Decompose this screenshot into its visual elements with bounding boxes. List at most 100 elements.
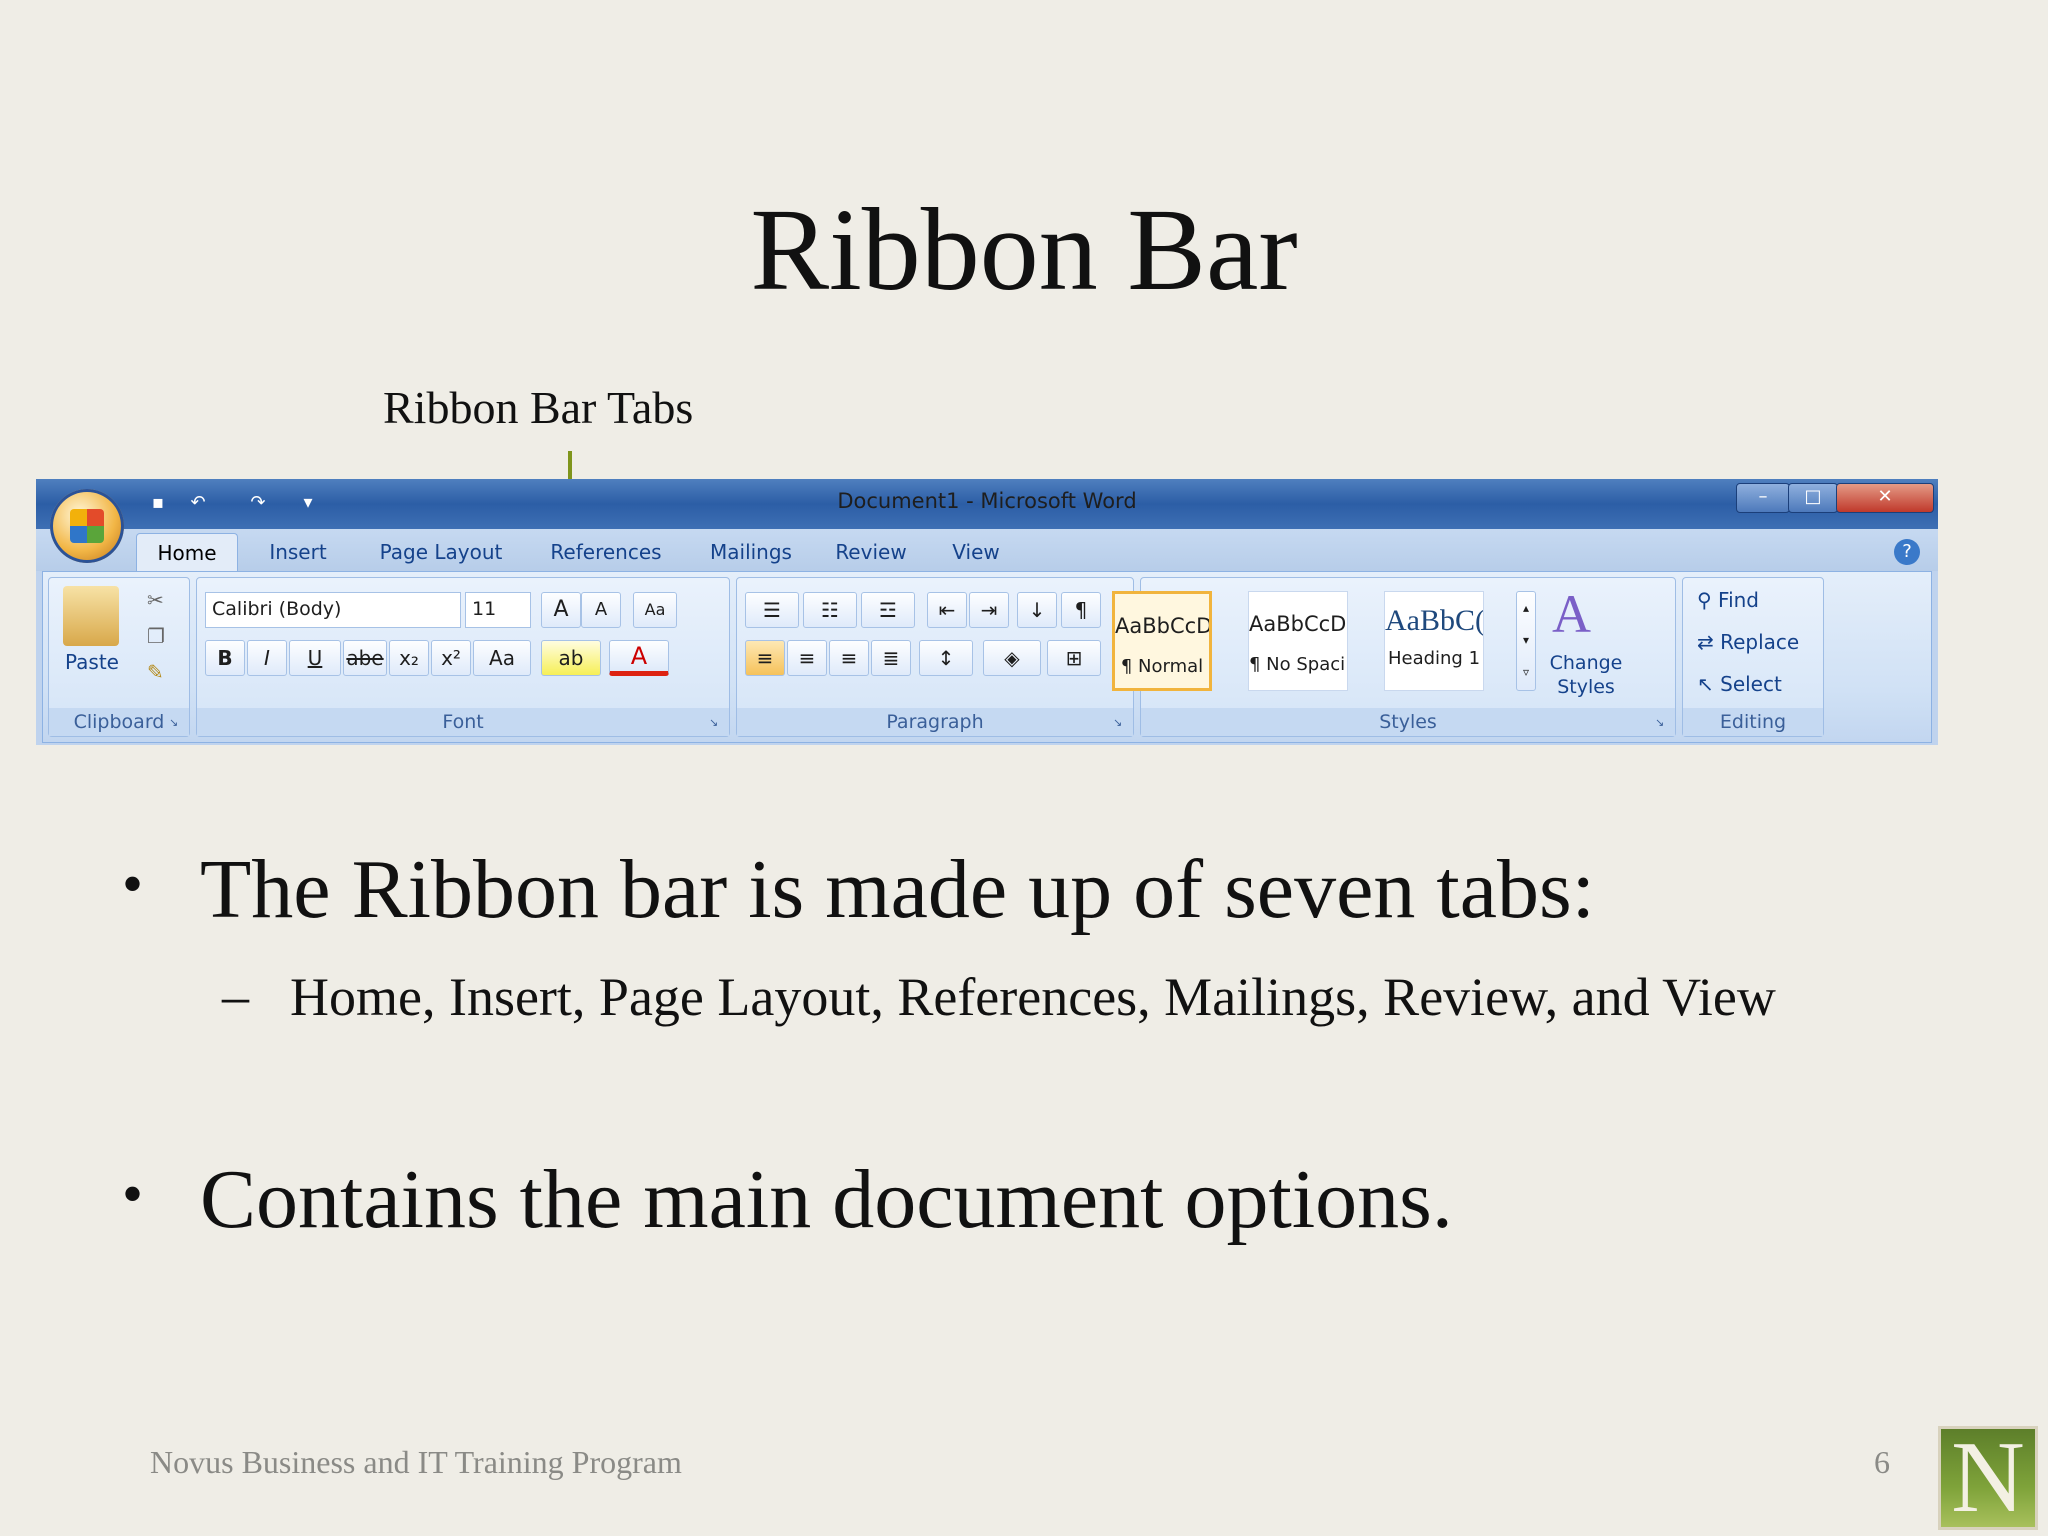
replace-button[interactable]: ⇄ Replace <box>1697 630 1799 654</box>
copy-icon[interactable]: ❐ <box>147 624 165 648</box>
styles-scroll-icon[interactable]: ▴ ▾ ▿ <box>1516 591 1536 691</box>
bullet-1: The Ribbon bar is made up of seven tabs: <box>200 843 1596 936</box>
bold-button[interactable]: B <box>205 640 245 676</box>
highlight-icon[interactable]: ab <box>541 640 601 676</box>
footer-text: Novus Business and IT Training Program <box>150 1444 682 1480</box>
superscript-button[interactable]: x² <box>431 640 471 676</box>
group-label: Editing <box>1683 708 1823 736</box>
align-center-icon[interactable]: ≡ <box>787 640 827 676</box>
redo-icon[interactable]: ↷ <box>246 491 270 515</box>
group-editing: ⚲ Find ⇄ Replace ↖ Select Editing <box>1682 577 1824 737</box>
strikethrough-button[interactable]: abe <box>343 640 387 676</box>
style-sample: AaBbCcDc <box>1115 614 1209 638</box>
style-name: Heading 1 <box>1387 648 1481 669</box>
cut-icon[interactable]: ✂ <box>147 588 164 612</box>
help-icon[interactable]: ? <box>1894 539 1920 565</box>
clear-formatting-icon[interactable]: Aa <box>633 592 677 628</box>
style-normal[interactable]: AaBbCcDc ¶ Normal <box>1112 591 1212 691</box>
dialog-launcher-icon[interactable]: ↘ <box>709 716 723 730</box>
paste-icon <box>63 586 119 646</box>
group-label: Styles <box>1141 708 1675 736</box>
tab-mailings[interactable]: Mailings <box>696 533 806 571</box>
tab-insert[interactable]: Insert <box>248 533 348 571</box>
cursor-icon: ↖ <box>1697 672 1721 696</box>
ribbon-screenshot: Document1 - Microsoft Word ▪ ↶ ↷ ▾ – □ ✕… <box>36 479 1938 745</box>
underline-button[interactable]: U <box>289 640 341 676</box>
style-name: ¶ Normal <box>1120 656 1204 677</box>
replace-label: Replace <box>1720 630 1800 654</box>
ribbon-tab-bar: Home Insert Page Layout References Maili… <box>36 529 1938 572</box>
novus-logo: N <box>1938 1426 2038 1530</box>
tab-home[interactable]: Home <box>136 533 238 572</box>
sub-bullet-dash: – <box>222 966 249 1026</box>
customize-icon[interactable]: ▾ <box>296 491 320 515</box>
office-button[interactable] <box>50 489 124 563</box>
sort-icon[interactable]: ↓ <box>1017 592 1057 628</box>
find-button[interactable]: ⚲ Find <box>1697 588 1759 612</box>
binoculars-icon: ⚲ <box>1697 588 1719 612</box>
format-painter-icon[interactable]: ✎ <box>147 660 164 684</box>
group-label: Font <box>197 708 729 736</box>
bullets-icon[interactable]: ☰ <box>745 592 799 628</box>
group-paragraph: ☰ ☷ ☲ ⇤ ⇥ ↓ ¶ ≡ ≡ ≡ ≣ ↕ ◈ ⊞ Paragraph ↘ <box>736 577 1134 737</box>
increase-indent-icon[interactable]: ⇥ <box>969 592 1009 628</box>
show-formatting-icon[interactable]: ¶ <box>1061 592 1101 628</box>
align-left-icon[interactable]: ≡ <box>745 640 785 676</box>
logo-letter: N <box>1951 1421 2025 1534</box>
grow-font-icon[interactable]: A <box>541 592 581 628</box>
change-case-button[interactable]: Aa <box>473 640 531 676</box>
save-icon[interactable]: ▪ <box>146 491 170 515</box>
font-color-icon[interactable]: A <box>609 640 669 676</box>
dialog-launcher-icon[interactable]: ↘ <box>1655 716 1669 730</box>
office-logo-icon <box>70 509 104 543</box>
style-name: ¶ No Spaci... <box>1249 654 1347 675</box>
find-label: Find <box>1718 588 1759 612</box>
window-title: Document1 - Microsoft Word <box>837 489 1137 513</box>
shading-icon[interactable]: ◈ <box>983 640 1041 676</box>
tab-view[interactable]: View <box>936 533 1016 571</box>
slide-title: Ribbon Bar <box>750 184 1298 315</box>
italic-button[interactable]: I <box>247 640 287 676</box>
page-number: 6 <box>1874 1444 1890 1480</box>
group-label: Paragraph <box>737 708 1133 736</box>
tab-page-layout[interactable]: Page Layout <box>366 533 516 571</box>
decrease-indent-icon[interactable]: ⇤ <box>927 592 967 628</box>
bullet-dot: • <box>122 1161 144 1227</box>
group-label: Clipboard <box>49 708 189 736</box>
dialog-launcher-icon[interactable]: ↘ <box>1113 716 1127 730</box>
borders-icon[interactable]: ⊞ <box>1047 640 1101 676</box>
sub-bullet-1: Home, Insert, Page Layout, References, M… <box>290 967 1776 1027</box>
style-no-spacing[interactable]: AaBbCcDc ¶ No Spaci... <box>1248 591 1348 691</box>
style-sample: AaBbC( <box>1385 604 1483 637</box>
replace-icon: ⇄ <box>1697 630 1721 654</box>
maximize-icon[interactable]: □ <box>1788 483 1838 513</box>
change-styles-icon: A <box>1552 584 1591 644</box>
justify-icon[interactable]: ≣ <box>871 640 911 676</box>
bullet-2: Contains the main document options. <box>200 1153 1453 1246</box>
numbering-icon[interactable]: ☷ <box>803 592 857 628</box>
group-font: Calibri (Body) 11 A A Aa B I U abe x₂ x²… <box>196 577 730 737</box>
change-styles-button[interactable]: Change Styles <box>1548 651 1624 699</box>
font-size-combo[interactable]: 11 <box>465 592 531 628</box>
select-button[interactable]: ↖ Select <box>1697 672 1782 696</box>
paste-button[interactable]: Paste <box>57 650 127 674</box>
bullet-dot: • <box>122 851 144 917</box>
subscript-button[interactable]: x₂ <box>389 640 429 676</box>
group-clipboard: Paste ✂ ❐ ✎ Clipboard ↘ <box>48 577 190 737</box>
title-bar: Document1 - Microsoft Word ▪ ↶ ↷ ▾ – □ ✕ <box>36 479 1938 529</box>
dialog-launcher-icon[interactable]: ↘ <box>169 716 183 730</box>
line-spacing-icon[interactable]: ↕ <box>919 640 973 676</box>
font-name-combo[interactable]: Calibri (Body) <box>205 592 461 628</box>
minimize-icon[interactable]: – <box>1736 483 1790 513</box>
style-sample: AaBbCcDc <box>1249 612 1347 636</box>
close-icon[interactable]: ✕ <box>1836 483 1934 513</box>
callout-label: Ribbon Bar Tabs <box>383 382 694 433</box>
style-heading-1[interactable]: AaBbC( Heading 1 <box>1384 591 1484 691</box>
shrink-font-icon[interactable]: A <box>581 592 621 628</box>
undo-icon[interactable]: ↶ <box>186 491 210 515</box>
multilevel-list-icon[interactable]: ☲ <box>861 592 915 628</box>
align-right-icon[interactable]: ≡ <box>829 640 869 676</box>
tab-review[interactable]: Review <box>826 533 916 571</box>
select-label: Select <box>1720 672 1782 696</box>
tab-references[interactable]: References <box>536 533 676 571</box>
